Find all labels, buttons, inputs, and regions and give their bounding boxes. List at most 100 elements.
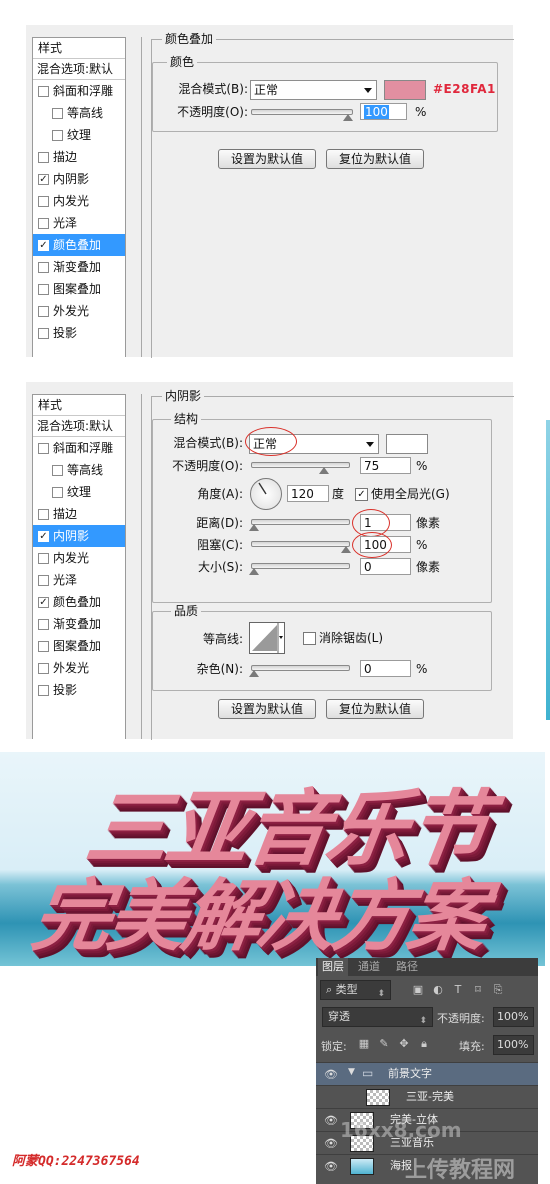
- reset-default-button[interactable]: 复位为默认值: [326, 149, 424, 169]
- group-expand-icon[interactable]: ▼: [348, 1067, 355, 1077]
- color-swatch[interactable]: [384, 80, 426, 100]
- set-default-button[interactable]: 设置为默认值: [218, 699, 316, 719]
- style-item[interactable]: 纹理: [33, 481, 125, 503]
- slider-thumb[interactable]: [341, 546, 351, 553]
- style-item[interactable]: 图案叠加: [33, 635, 125, 657]
- style-item[interactable]: ✓ 颜色叠加: [33, 591, 125, 613]
- angle-input[interactable]: 120: [287, 485, 329, 502]
- slider-thumb[interactable]: [319, 467, 329, 474]
- slider-thumb[interactable]: [249, 568, 259, 575]
- style-checkbox[interactable]: [38, 509, 49, 520]
- size-input[interactable]: 0: [360, 558, 411, 575]
- style-checkbox[interactable]: ✓: [38, 531, 49, 542]
- set-default-button[interactable]: 设置为默认值: [218, 149, 316, 169]
- opacity-slider[interactable]: [251, 109, 353, 121]
- style-item[interactable]: 外发光: [33, 657, 125, 679]
- style-item[interactable]: 斜面和浮雕: [33, 80, 125, 102]
- style-checkbox[interactable]: [52, 108, 63, 119]
- style-checkbox[interactable]: [38, 262, 49, 273]
- style-checkbox[interactable]: [38, 306, 49, 317]
- style-checkbox[interactable]: [52, 487, 63, 498]
- pixel-filter-icon[interactable]: ▣: [412, 984, 424, 996]
- style-item[interactable]: 渐变叠加: [33, 613, 125, 635]
- style-checkbox[interactable]: [52, 130, 63, 141]
- layer-row[interactable]: 👁︎ ▼ ▭ 前景文字: [316, 1062, 538, 1085]
- style-checkbox[interactable]: [38, 196, 49, 207]
- style-checkbox[interactable]: [38, 619, 49, 630]
- tab-channels[interactable]: 通道: [354, 958, 384, 976]
- style-item[interactable]: ✓ 颜色叠加: [33, 234, 125, 256]
- fill-input[interactable]: 100%: [493, 1035, 534, 1055]
- style-item[interactable]: 投影: [33, 679, 125, 701]
- style-item[interactable]: 图案叠加: [33, 278, 125, 300]
- style-item[interactable]: 斜面和浮雕: [33, 437, 125, 459]
- style-item[interactable]: 渐变叠加: [33, 256, 125, 278]
- style-checkbox[interactable]: [38, 284, 49, 295]
- style-item[interactable]: 内发光: [33, 547, 125, 569]
- style-checkbox[interactable]: [38, 553, 49, 564]
- style-checkbox[interactable]: [52, 465, 63, 476]
- noise-input[interactable]: 0: [360, 660, 411, 677]
- tab-paths[interactable]: 路径: [392, 958, 422, 976]
- opacity-slider[interactable]: [251, 462, 350, 474]
- style-checkbox[interactable]: [38, 641, 49, 652]
- style-item[interactable]: 外发光: [33, 300, 125, 322]
- noise-slider[interactable]: [249, 665, 350, 677]
- visibility-eye-icon[interactable]: 👁︎: [324, 1137, 338, 1150]
- style-checkbox[interactable]: [38, 218, 49, 229]
- style-checkbox[interactable]: [38, 86, 49, 97]
- opacity-input[interactable]: 100%: [493, 1007, 534, 1027]
- opacity-input[interactable]: 75: [360, 457, 411, 474]
- style-item[interactable]: 纹理: [33, 124, 125, 146]
- adjustment-filter-icon[interactable]: ◐: [432, 984, 444, 996]
- style-item[interactable]: 投影: [33, 322, 125, 344]
- style-checkbox[interactable]: ✓: [38, 597, 49, 608]
- style-checkbox[interactable]: [38, 575, 49, 586]
- reset-default-button[interactable]: 复位为默认值: [326, 699, 424, 719]
- style-checkbox[interactable]: [38, 443, 49, 454]
- visibility-eye-icon[interactable]: 👁︎: [324, 1114, 338, 1127]
- shadow-color-swatch[interactable]: [386, 434, 428, 454]
- style-item[interactable]: 光泽: [33, 212, 125, 234]
- style-checkbox[interactable]: ✓: [38, 174, 49, 185]
- lock-image-icon[interactable]: ✎: [378, 1038, 390, 1050]
- smart-object-filter-icon[interactable]: ⎘: [492, 984, 504, 996]
- antialias-checkbox[interactable]: [303, 632, 316, 645]
- slider-thumb[interactable]: [249, 670, 259, 677]
- style-item[interactable]: 描边: [33, 503, 125, 525]
- distance-slider[interactable]: [249, 519, 350, 531]
- slider-thumb[interactable]: [249, 524, 259, 531]
- style-item[interactable]: 描边: [33, 146, 125, 168]
- style-checkbox[interactable]: [38, 328, 49, 339]
- filter-kind-select[interactable]: ⌕ 类型 ⬍: [320, 980, 391, 1000]
- style-item[interactable]: 内发光: [33, 190, 125, 212]
- lock-position-icon[interactable]: ✥: [398, 1038, 410, 1050]
- blend-options-item[interactable]: 混合选项:默认: [33, 59, 125, 80]
- style-item[interactable]: 光泽: [33, 569, 125, 591]
- style-item[interactable]: 等高线: [33, 102, 125, 124]
- style-item[interactable]: 等高线: [33, 459, 125, 481]
- size-slider[interactable]: [249, 563, 350, 575]
- style-item[interactable]: ✓ 内阴影: [33, 168, 125, 190]
- lock-transparent-icon[interactable]: ▦: [358, 1038, 370, 1050]
- style-checkbox[interactable]: ✓: [38, 240, 49, 251]
- visibility-eye-icon[interactable]: 👁︎: [324, 1160, 338, 1173]
- angle-dial[interactable]: [250, 478, 282, 510]
- blend-mode-select[interactable]: 正常: [250, 80, 377, 100]
- style-item[interactable]: ✓ 内阴影: [33, 525, 125, 547]
- shape-filter-icon[interactable]: ⌑: [472, 984, 484, 996]
- style-checkbox[interactable]: [38, 663, 49, 674]
- style-checkbox[interactable]: [38, 685, 49, 696]
- blend-options-item[interactable]: 混合选项:默认: [33, 416, 125, 437]
- choke-slider[interactable]: [251, 541, 351, 553]
- slider-thumb[interactable]: [343, 114, 353, 121]
- blend-mode-select[interactable]: 穿透 ⬍: [322, 1007, 433, 1027]
- type-filter-icon[interactable]: T: [452, 984, 464, 996]
- opacity-input[interactable]: 100: [360, 103, 407, 120]
- style-checkbox[interactable]: [38, 152, 49, 163]
- global-light-checkbox[interactable]: ✓: [355, 488, 368, 501]
- contour-picker[interactable]: [249, 622, 285, 654]
- tab-layers[interactable]: 图层: [318, 958, 348, 976]
- lock-all-icon[interactable]: 🔒︎: [418, 1038, 430, 1050]
- layer-row[interactable]: 三亚-完美: [316, 1085, 538, 1108]
